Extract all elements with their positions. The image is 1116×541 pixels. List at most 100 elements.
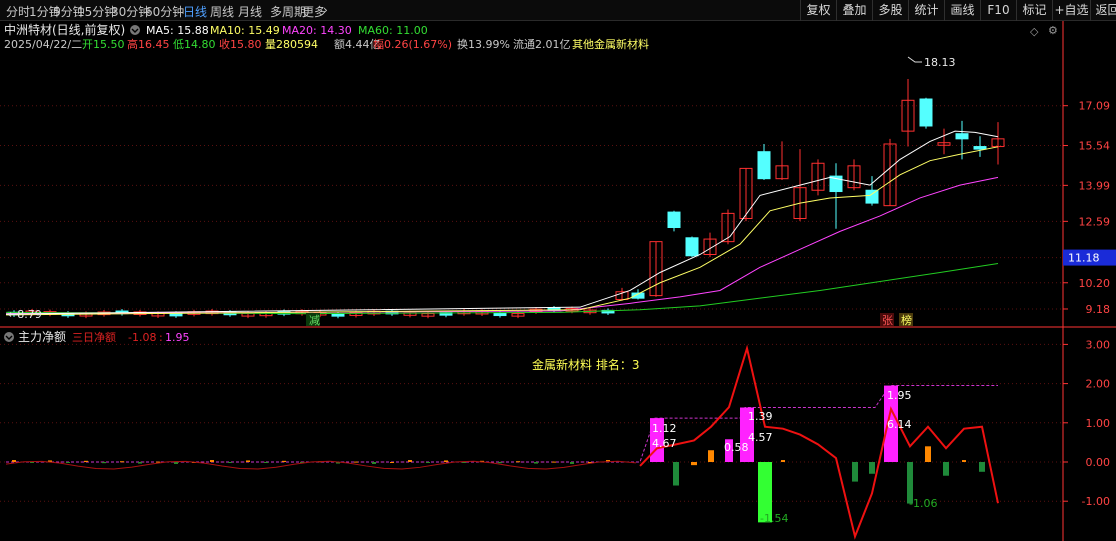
net-bar-small: [138, 462, 142, 464]
ohlc-info-2: 高16.45: [127, 37, 170, 51]
ohlc-info-3: 低14.80: [173, 38, 216, 51]
net-bar-small: [354, 461, 358, 463]
bar-value-label: 4.57: [748, 431, 773, 444]
ohlc-info-10: 其他金属新材料: [572, 37, 649, 51]
ma5-line: [5, 130, 999, 315]
price-axis-label: 13.99: [1079, 179, 1111, 192]
ohlc-info-0: 2025/04/22/二: [4, 38, 82, 51]
candle-body: [685, 237, 699, 257]
indicator-sep: :: [159, 331, 163, 344]
net-bar-small: [120, 461, 124, 463]
net-bar-small: [246, 460, 250, 462]
bar-value-label: 1.95: [887, 389, 912, 402]
indicator-sublabel: 三日净额: [72, 330, 116, 344]
net-bar-small: [534, 462, 538, 464]
ind-axis-label: 2.00: [1086, 378, 1111, 391]
net-bar-small: [390, 462, 394, 463]
price-axis-label: 17.09: [1079, 100, 1111, 113]
indicator-value-2: 1.95: [165, 331, 190, 344]
bar-value-label: 0.58: [724, 441, 749, 454]
settings-icon[interactable]: ⚙: [1048, 24, 1058, 37]
net-bar-small: [426, 462, 430, 463]
ma-value-2: MA20: 14.30: [282, 24, 352, 37]
net-bar: [852, 462, 858, 482]
ohlc-info-4: 收15.80: [219, 37, 262, 51]
bar-value-label: 1.12: [652, 422, 677, 435]
net-bar: [691, 462, 697, 466]
net-bar-small: [444, 460, 448, 462]
net-bar: [781, 460, 785, 462]
candle-body: [493, 312, 507, 317]
stock-name-label: 中洲特材(日线,前复权): [4, 22, 125, 37]
net-bar-small: [210, 460, 214, 462]
net-bar-small: [228, 462, 232, 463]
ind-axis-label: -1.00: [1082, 495, 1110, 508]
net-bar-small: [498, 462, 502, 464]
bar-value-label: -1.54: [760, 512, 788, 525]
net-bar-small: [84, 460, 88, 462]
event-label-list: 榜: [901, 313, 912, 327]
net-bar: [708, 450, 714, 462]
ind-axis-label: 0.00: [1086, 456, 1111, 469]
net-amount-line: [639, 344, 999, 540]
candle-body: [331, 313, 345, 317]
net-bar-small: [174, 462, 178, 464]
candle-body: [955, 133, 969, 140]
event-label-reduce: 减: [309, 314, 320, 327]
ohlc-info-5: 量280594: [265, 38, 318, 51]
bar-value-label: 6.14: [887, 418, 912, 431]
bar-value-label: -1.06: [909, 497, 937, 510]
ma-toggle-icon: [130, 25, 140, 35]
price-axis-label: 10.20: [1079, 277, 1111, 290]
indicator-toggle-icon: [4, 332, 14, 342]
net-bar: [979, 462, 985, 472]
ind-axis-label: 3.00: [1086, 338, 1111, 351]
price-axis-label: 12.59: [1079, 215, 1111, 228]
ohlc-info-7: 幅0.26(1.67%): [373, 38, 452, 51]
net-bar-small: [516, 461, 520, 463]
net-bar: [943, 462, 949, 476]
net-bar-small: [570, 462, 574, 464]
indicator-value-1: -1.08: [128, 331, 156, 344]
current-price-tag: 11.18: [1068, 252, 1100, 265]
net-bar-small: [282, 460, 286, 462]
net-bar-small: [408, 460, 412, 462]
ma60-line: [5, 262, 999, 315]
candle-body: [919, 98, 933, 127]
net-bar-small: [30, 462, 34, 463]
ma10-line: [5, 146, 999, 316]
indicator-title: 主力净额: [18, 330, 66, 344]
price-axis-label: 9.18: [1086, 303, 1111, 316]
price-axis-label: 15.54: [1079, 140, 1111, 153]
ma-value-1: MA10: 15.49: [210, 24, 280, 37]
ma-value-0: MA5: 15.88: [146, 24, 209, 37]
ind-axis-label: 1.00: [1086, 417, 1111, 430]
net-bar-small: [264, 462, 268, 463]
net-bar: [869, 462, 875, 474]
high-price-label: 18.13: [924, 56, 956, 69]
kline-chart: 17.0915.5413.9912.5911.1810.209.1811.183…: [0, 21, 1116, 541]
ohlc-info-9: 流通2.01亿: [513, 37, 571, 51]
rank-label: 金属新材料 排名：3: [532, 357, 639, 372]
ma20-line: [5, 176, 999, 315]
net-bar-small: [552, 461, 556, 463]
candle-body: [865, 189, 879, 204]
ohlc-info-8: 换13.99%: [457, 37, 510, 51]
ohlc-info-1: 开15.50: [82, 38, 125, 51]
three-day-net-line: [6, 385, 998, 463]
bar-value-label: 1.39: [748, 410, 773, 423]
net-bar-small: [102, 462, 106, 464]
candle-body: [757, 151, 771, 180]
net-bar-small: [372, 462, 376, 464]
net-bar-small: [66, 462, 70, 463]
low-price-label: ←8.79: [8, 308, 42, 321]
net-bar: [925, 446, 931, 462]
high-pointer: [907, 56, 922, 63]
diamond-icon[interactable]: ◇: [1030, 25, 1038, 38]
ma-value-3: MA60: 11.00: [358, 24, 428, 37]
candle-body: [667, 211, 681, 229]
net-bar: [673, 462, 679, 486]
net-bar: [962, 460, 966, 462]
bar-value-label: 4.67: [652, 437, 677, 450]
net-bar-small: [12, 460, 16, 462]
